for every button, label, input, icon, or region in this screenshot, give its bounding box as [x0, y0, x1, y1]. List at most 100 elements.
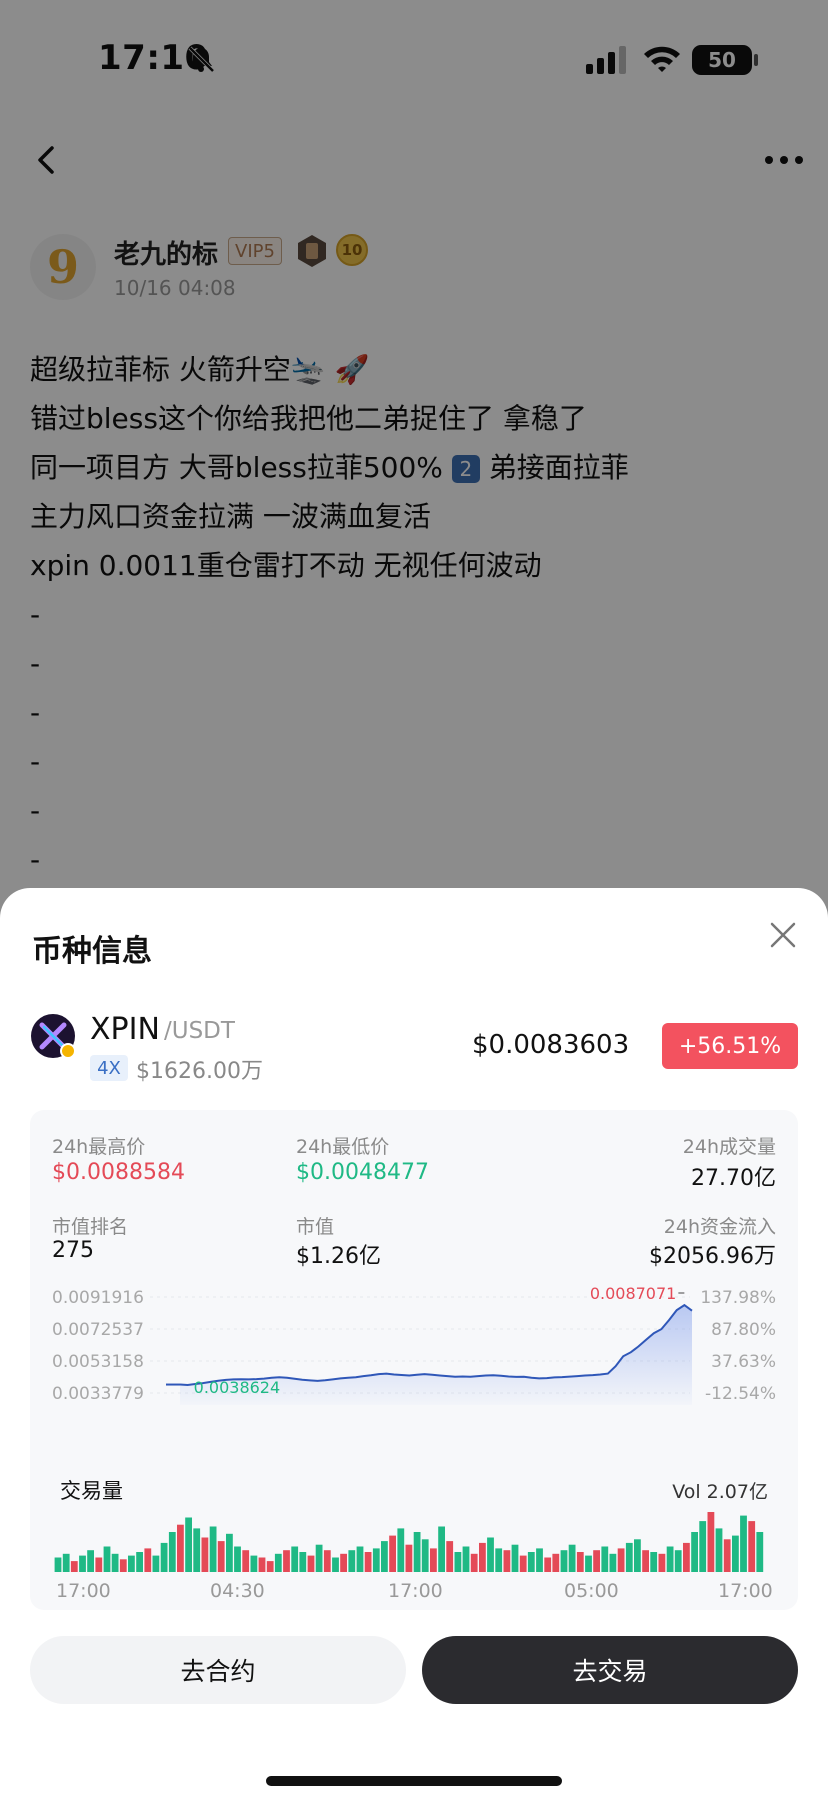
- volume-bar: [364, 1552, 372, 1572]
- volume-bar: [111, 1553, 119, 1572]
- y-tick-label-right: 137.98%: [700, 1288, 776, 1308]
- volume-bar: [536, 1548, 543, 1572]
- volume-bar: [79, 1555, 86, 1572]
- volume-bar: [372, 1548, 380, 1572]
- volume-bar: [527, 1552, 535, 1572]
- volume-bar: [274, 1553, 282, 1572]
- coin-pair: /USDT: [164, 1018, 235, 1044]
- coin-logo-icon: [31, 1014, 76, 1059]
- go-trade-button[interactable]: 去交易: [422, 1636, 798, 1704]
- max-price-label: 0.0087071: [590, 1285, 677, 1303]
- coin-market-cap: $1626.00万: [136, 1059, 263, 1084]
- volume-bar: [136, 1552, 143, 1572]
- volume-bar: [495, 1548, 503, 1572]
- sheet-title: 币种信息: [32, 934, 152, 969]
- volume-bar: [658, 1553, 666, 1572]
- volume-bar: [209, 1526, 217, 1572]
- stats-card: 24h最高价 $0.0088584 24h最低价 $0.0048477 24h成…: [30, 1110, 798, 1610]
- volume-bar: [307, 1555, 315, 1572]
- volume-bar: [405, 1544, 413, 1572]
- volume-bar: [723, 1539, 731, 1572]
- volume-bar: [226, 1533, 233, 1572]
- volume-bar: [144, 1548, 152, 1572]
- rank-value: 275: [52, 1238, 94, 1263]
- volume-bar: [217, 1541, 225, 1572]
- volume-bar: [674, 1550, 682, 1572]
- volume-bar: [315, 1544, 323, 1572]
- volume-value: 27.70亿: [691, 1166, 776, 1191]
- close-icon[interactable]: [768, 920, 798, 950]
- volume-bar: [103, 1546, 111, 1572]
- volume-bar: [625, 1542, 633, 1572]
- x-tick-label: 17:00: [388, 1580, 443, 1602]
- coin-symbol: XPIN: [90, 1012, 160, 1047]
- volume-bar: [54, 1557, 62, 1572]
- volume-bar: [642, 1550, 649, 1572]
- volume-bar: [389, 1535, 396, 1572]
- volume-bar: [413, 1532, 421, 1572]
- volume-bar: [503, 1550, 511, 1572]
- volume-bar: [748, 1521, 756, 1572]
- y-tick-label: 0.0033779: [52, 1384, 144, 1404]
- mcap-value: $1.26亿: [296, 1244, 381, 1269]
- volume-bar: [258, 1557, 266, 1572]
- volume-bar: [266, 1561, 274, 1572]
- volume-bar: [470, 1553, 478, 1572]
- volume-bar: [479, 1542, 486, 1572]
- volume-bar: [699, 1521, 707, 1572]
- volume-bar: [119, 1559, 127, 1572]
- volume-total: Vol 2.07亿: [672, 1481, 768, 1503]
- volume-bar: [552, 1553, 560, 1572]
- volume-bar: [756, 1532, 764, 1572]
- coin-info-sheet: 币种信息 XPIN /USDT 4X $1626.00万 $0.0083603 …: [0, 888, 828, 1800]
- volume-bar: [593, 1550, 600, 1572]
- y-tick-label-right: -12.54%: [705, 1384, 776, 1404]
- volume-bar: [585, 1555, 592, 1572]
- volume-bar: [544, 1557, 552, 1572]
- volume-bar: [617, 1548, 625, 1572]
- volume-bar: [356, 1546, 364, 1572]
- go-futures-button[interactable]: 去合约: [30, 1636, 406, 1704]
- volume-bar: [568, 1544, 576, 1572]
- low-label: 24h最低价: [296, 1136, 390, 1158]
- volume-bar: [487, 1537, 494, 1572]
- volume-bar: [242, 1550, 250, 1572]
- volume-bar: [291, 1546, 299, 1572]
- high-label: 24h最高价: [52, 1136, 146, 1158]
- volume-bar: [560, 1550, 568, 1572]
- volume-bar: [519, 1555, 527, 1572]
- volume-label: 24h成交量: [682, 1136, 776, 1158]
- volume-bar: [70, 1561, 78, 1572]
- volume-bar: [168, 1532, 176, 1572]
- volume-bar: [201, 1537, 209, 1572]
- low-value: $0.0048477: [296, 1160, 429, 1185]
- volume-bar: [430, 1548, 437, 1572]
- volume-bar: [381, 1541, 388, 1572]
- home-indicator: [266, 1776, 562, 1786]
- y-tick-label: 0.0053158: [52, 1352, 144, 1372]
- min-price-label: 0.0038624: [194, 1378, 281, 1397]
- inflow-value: $2056.96万: [649, 1244, 776, 1269]
- volume-bar: [454, 1552, 462, 1572]
- leverage-badge: 4X: [90, 1055, 128, 1081]
- price-chart[interactable]: 0.0091916 137.98% 0.0072537 87.80% 0.0053158…: [30, 1285, 798, 1435]
- volume-bar: [250, 1555, 258, 1572]
- volume-bar: [691, 1532, 698, 1572]
- volume-bar: [462, 1546, 470, 1572]
- volume-bar: [234, 1546, 241, 1572]
- x-tick-label: 17:00: [718, 1580, 773, 1602]
- volume-bar: [62, 1553, 70, 1572]
- volume-bar: [715, 1528, 723, 1572]
- volume-bar: [193, 1528, 201, 1572]
- high-value: $0.0088584: [52, 1160, 185, 1185]
- y-tick-label-right: 87.80%: [711, 1320, 776, 1340]
- volume-bar: [323, 1550, 331, 1572]
- mcap-label: 市值: [296, 1216, 335, 1238]
- y-tick-label: 0.0072537: [52, 1320, 144, 1340]
- volume-bar: [650, 1552, 658, 1572]
- x-tick-label: 17:00: [56, 1580, 111, 1602]
- volume-bar: [348, 1550, 356, 1572]
- coin-price: $0.0083603: [472, 1030, 630, 1060]
- volume-bar: [576, 1552, 584, 1572]
- volume-bar: [340, 1553, 347, 1572]
